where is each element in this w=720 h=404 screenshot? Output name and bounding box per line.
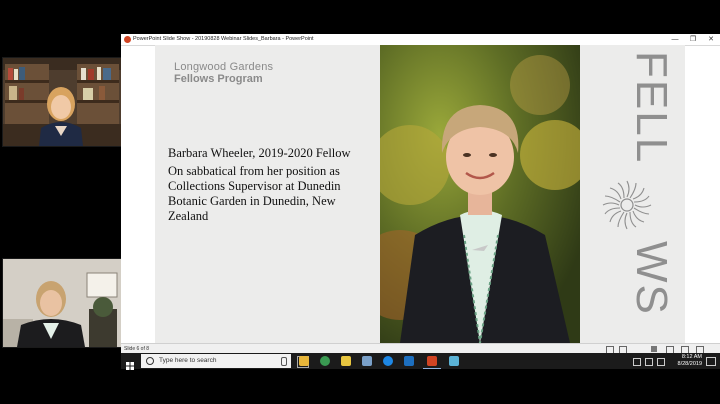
windows-taskbar: Type here to search 8:12 AM 8/28/2019 [121, 353, 720, 370]
chrome-icon[interactable] [320, 356, 330, 366]
slideshow-statusbar: Slide 6 of 8 [121, 343, 720, 353]
slide-indicator: Slide 6 of 8 [124, 346, 150, 352]
clock-date: 8/28/2019 [677, 361, 702, 367]
slideshow-view-icon[interactable] [696, 346, 704, 353]
microphone-icon[interactable] [281, 357, 287, 366]
minimize-button[interactable]: — [666, 34, 684, 45]
tray-up-icon[interactable] [633, 358, 641, 366]
webinar-app-icon[interactable] [449, 356, 459, 366]
slide-sorter-icon[interactable] [619, 346, 627, 353]
participant-video-1[interactable] [2, 57, 122, 147]
active-app-indicator [423, 368, 441, 369]
volume-icon[interactable] [657, 358, 665, 366]
app-icon[interactable] [362, 356, 372, 366]
participant-2-image [3, 259, 121, 347]
restore-button[interactable]: ❐ [684, 34, 702, 45]
window-title: PowerPoint Slide Show - 20190828 Webinar… [133, 36, 314, 42]
fellow-description: On sabbatical from her position as Colle… [168, 164, 341, 223]
vertical-word-bottom: WS [627, 241, 676, 316]
notifications-icon[interactable] [706, 357, 716, 366]
outlook-icon[interactable] [404, 356, 414, 366]
network-icon[interactable] [645, 358, 653, 366]
prev-slide-icon[interactable] [606, 346, 614, 353]
sunburst-icon [602, 180, 652, 230]
slide-canvas[interactable]: Longwood Gardens Fellows Program Barbara… [155, 45, 685, 343]
close-button[interactable]: ✕ [702, 34, 720, 45]
portrait-image [380, 45, 580, 343]
brand-line-1: Longwood Gardens [174, 61, 274, 73]
grid-view-icon[interactable] [666, 346, 674, 353]
sticky-notes-icon[interactable] [341, 356, 351, 366]
powerpoint-window[interactable]: PowerPoint Slide Show - 20190828 Webinar… [121, 34, 720, 353]
edge-icon[interactable] [383, 356, 393, 366]
file-explorer-icon[interactable] [299, 356, 309, 366]
fellows-vertical-logo: FELL WS [580, 45, 685, 343]
taskbar-clock[interactable]: 8:12 AM 8/28/2019 [678, 354, 702, 368]
participant-video-2[interactable] [2, 258, 122, 348]
vertical-word-top: FELL [627, 51, 676, 164]
search-icon [146, 357, 154, 365]
fellow-portrait-photo [380, 45, 580, 343]
search-placeholder: Type here to search [159, 357, 217, 364]
powerpoint-icon [124, 36, 131, 43]
powerpoint-taskbar-icon[interactable] [427, 356, 437, 366]
windows-start-icon[interactable] [126, 357, 134, 370]
normal-view-icon[interactable] [651, 346, 657, 352]
fellow-name: Barbara Wheeler, 2019-2020 Fellow [168, 146, 351, 160]
reading-view-icon[interactable] [681, 346, 689, 353]
brand-line-2: Fellows Program [174, 73, 263, 85]
participant-1-image [3, 58, 121, 146]
taskbar-search-box[interactable]: Type here to search [141, 354, 291, 368]
clock-time: 8:12 AM [681, 354, 702, 360]
